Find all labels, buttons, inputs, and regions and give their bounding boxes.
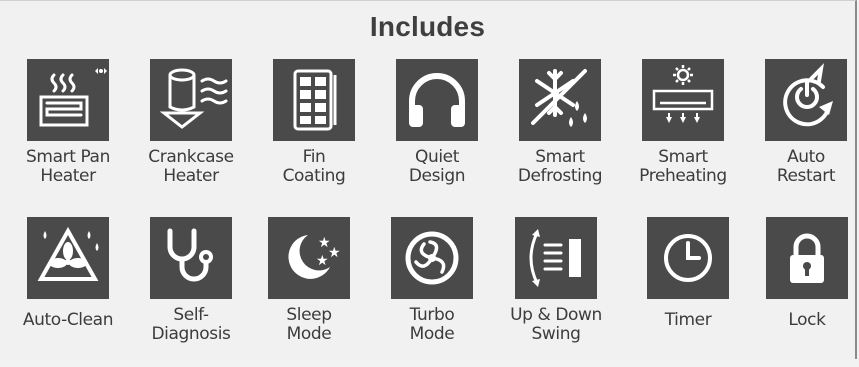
clock-icon (664, 234, 712, 282)
feature-quiet-design: Quiet Design (382, 59, 492, 186)
feature-smart-pan-heater: Smart Pan Heater (13, 59, 123, 186)
feature-label: Auto-Clean (22, 310, 114, 330)
feature-sleep-mode: ★ ★ ★ Sleep Mode (254, 217, 364, 344)
preheat-unit-icon (652, 65, 714, 123)
padlock-icon (790, 233, 824, 283)
svg-text:★: ★ (328, 245, 341, 261)
feature-label: Crankcase Heater (148, 147, 234, 186)
section-title: Includes (369, 11, 486, 42)
feature-label: Fin Coating (282, 147, 346, 186)
feature-label: Lock (788, 310, 826, 330)
feature-lock: Lock (752, 217, 859, 330)
feature-turbo-mode: Turbo Mode (377, 217, 487, 344)
auto-restart-icon (783, 63, 833, 127)
feature-up-down-swing: Up & Down Swing (501, 217, 611, 344)
feature-auto-restart: Auto Restart (751, 59, 859, 186)
fin-coating-icon (293, 69, 337, 131)
feature-timer: Timer (633, 217, 743, 330)
snowflake-defrost-icon (531, 69, 587, 127)
features-panel: Includes Smart Pan Heater Crankcase Heat… (0, 0, 857, 359)
moon-stars-icon: ★★★ (288, 235, 341, 279)
feature-label: Smart Defrosting (517, 147, 603, 186)
crankcase-heater-icon (159, 68, 228, 129)
feature-row-1: Smart Pan Heater Crankcase Heater Fin Co… (0, 59, 855, 209)
turbo-fan-icon (405, 231, 459, 285)
feature-label: Auto Restart (776, 147, 836, 186)
feature-label: Up & Down Swing (510, 305, 602, 344)
feature-label: Timer (664, 310, 712, 330)
feature-smart-defrosting: Smart Defrosting (505, 59, 615, 186)
feature-label: Quiet Design (408, 147, 466, 186)
feature-label: Smart Pan Heater (26, 147, 110, 186)
feature-label: Sleep Mode (286, 305, 332, 344)
feature-smart-preheating: Smart Preheating (628, 59, 738, 186)
feature-self-diagnosis: Self- Diagnosis (136, 217, 246, 344)
feature-crankcase-heater: Crankcase Heater (136, 59, 246, 186)
svg-text:★: ★ (316, 253, 329, 269)
headphones-icon (409, 73, 465, 127)
feature-auto-clean: Auto-Clean (13, 217, 123, 330)
stethoscope-icon (167, 228, 213, 282)
feature-label: Turbo Mode (409, 305, 455, 344)
smart-pan-heater-icon (39, 68, 107, 127)
feature-label: Smart Preheating (639, 147, 727, 186)
feature-fin-coating: Fin Coating (259, 59, 369, 186)
auto-clean-fan-icon (37, 226, 99, 281)
swing-louver-icon (529, 229, 581, 287)
feature-label: Self- Diagnosis (151, 305, 231, 344)
feature-row-2: Auto-Clean Self- Diagnosis ★ ★ ★ Sleep M… (0, 217, 855, 367)
